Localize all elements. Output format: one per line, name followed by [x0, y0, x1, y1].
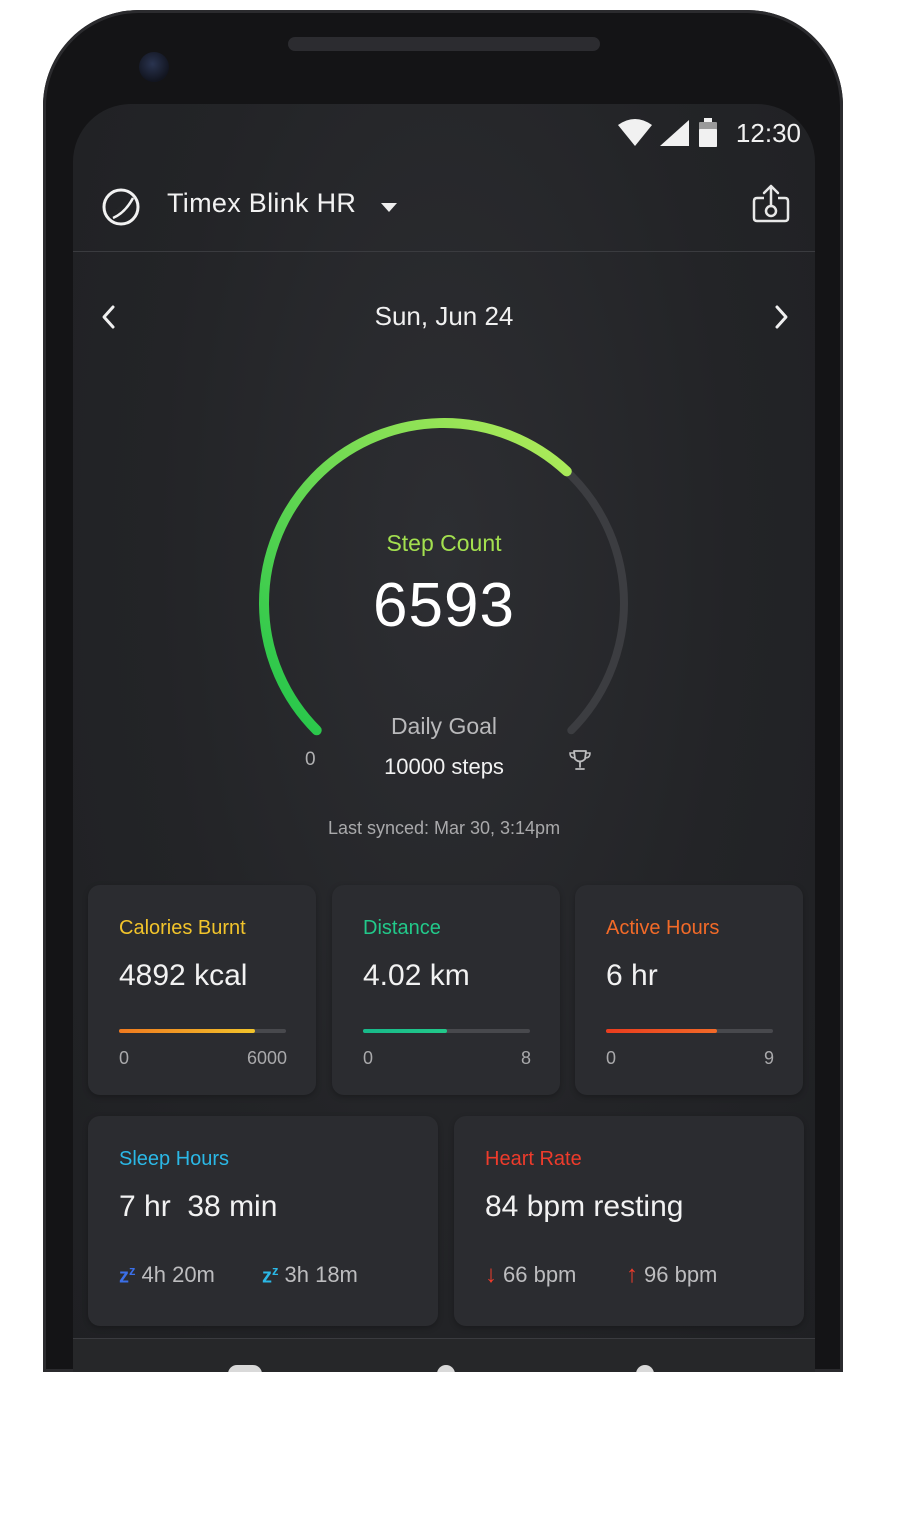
bottom-navigation	[73, 1338, 815, 1372]
sleep-title: Sleep Hours	[119, 1148, 230, 1170]
wifi-icon	[617, 119, 652, 146]
calories-bar-fill	[119, 1029, 256, 1033]
distance-max: 8	[520, 1048, 531, 1068]
daily-goal-value: 10000 steps	[384, 754, 504, 779]
active-hours-card[interactable]: Active Hours 6 hr 0 9	[575, 885, 803, 1095]
app-screen: 12:30 Timex Blink HR Sun, Jun 24 Step Co…	[73, 104, 815, 1372]
calories-title: Calories Burnt	[119, 917, 246, 939]
active-hours-value: 6 hr	[606, 959, 658, 992]
heart-rate-value: 84 bpm resting	[485, 1190, 684, 1223]
status-bar: 12:30	[617, 116, 801, 150]
distance-value: 4.02 km	[363, 959, 470, 992]
light-sleep-icon: zz	[262, 1262, 279, 1288]
next-day-button[interactable]	[769, 300, 793, 334]
active-hours-bar-fill	[606, 1029, 718, 1033]
calories-min: 0	[119, 1048, 130, 1068]
last-synced-text: Last synced: Mar 30, 3:14pm	[327, 818, 561, 838]
step-count-label: Step Count	[386, 530, 502, 556]
active-hours-min: 0	[606, 1048, 617, 1068]
heart-rate-low: 66 bpm	[503, 1262, 577, 1287]
calories-bar	[119, 1029, 286, 1033]
nav-tab-activity-icon[interactable]	[437, 1365, 455, 1372]
share-icon[interactable]	[749, 182, 793, 226]
device-selector[interactable]: Timex Blink HR	[167, 188, 356, 219]
status-time: 12:30	[735, 117, 801, 148]
heart-rate-high: 96 bpm	[644, 1262, 718, 1287]
deep-sleep-icon: zz	[119, 1262, 136, 1288]
gauge-min-label: 0	[305, 749, 316, 770]
sleep-card[interactable]: Sleep Hours 7 hr 38 min zz 4h 20m zz 3h …	[88, 1116, 438, 1326]
sleep-value: 7 hr 38 min	[119, 1190, 278, 1223]
active-hours-bar	[606, 1029, 773, 1033]
heart-rate-card[interactable]: Heart Rate 84 bpm resting ↓ 66 bpm ↑ 96 …	[454, 1116, 804, 1326]
distance-min: 0	[363, 1048, 374, 1068]
deep-sleep-value: 4h 20m	[141, 1262, 215, 1287]
arrow-up-icon: ↑	[626, 1261, 638, 1288]
signal-icon	[659, 120, 689, 146]
daily-goal-label: Daily Goal	[390, 713, 498, 739]
distance-title: Distance	[363, 917, 441, 939]
nav-tab-profile-icon[interactable]	[636, 1365, 654, 1372]
heart-rate-title: Heart Rate	[485, 1148, 582, 1170]
active-hours-max: 9	[763, 1048, 774, 1068]
calories-card[interactable]: Calories Burnt 4892 kcal 0 6000	[88, 885, 316, 1095]
light-sleep-stat: zz 3h 18m	[262, 1262, 358, 1288]
light-sleep-value: 3h 18m	[284, 1262, 358, 1287]
heart-rate-low-stat: ↓ 66 bpm	[485, 1262, 576, 1288]
deep-sleep-stat: zz 4h 20m	[119, 1262, 215, 1288]
step-count-value: 6593	[373, 571, 515, 640]
distance-bar	[363, 1029, 530, 1033]
front-camera	[139, 52, 169, 82]
app-header: Timex Blink HR	[73, 170, 815, 252]
trophy-icon	[569, 750, 591, 770]
date-label: Sun, Jun 24	[374, 301, 514, 331]
chevron-down-icon[interactable]	[381, 203, 397, 212]
calories-max: 6000	[246, 1048, 287, 1068]
heart-rate-high-stat: ↑ 96 bpm	[626, 1262, 717, 1288]
distance-bar-fill	[363, 1029, 447, 1033]
calories-value: 4892 kcal	[119, 959, 248, 992]
nav-tab-dashboard-icon[interactable]	[228, 1365, 262, 1372]
distance-card[interactable]: Distance 4.02 km 0 8	[332, 885, 560, 1095]
arrow-down-icon: ↓	[485, 1261, 497, 1288]
speaker-grille	[288, 37, 600, 51]
active-hours-title: Active Hours	[606, 917, 720, 939]
timex-logo-icon	[102, 188, 140, 226]
battery-icon	[698, 118, 717, 147]
